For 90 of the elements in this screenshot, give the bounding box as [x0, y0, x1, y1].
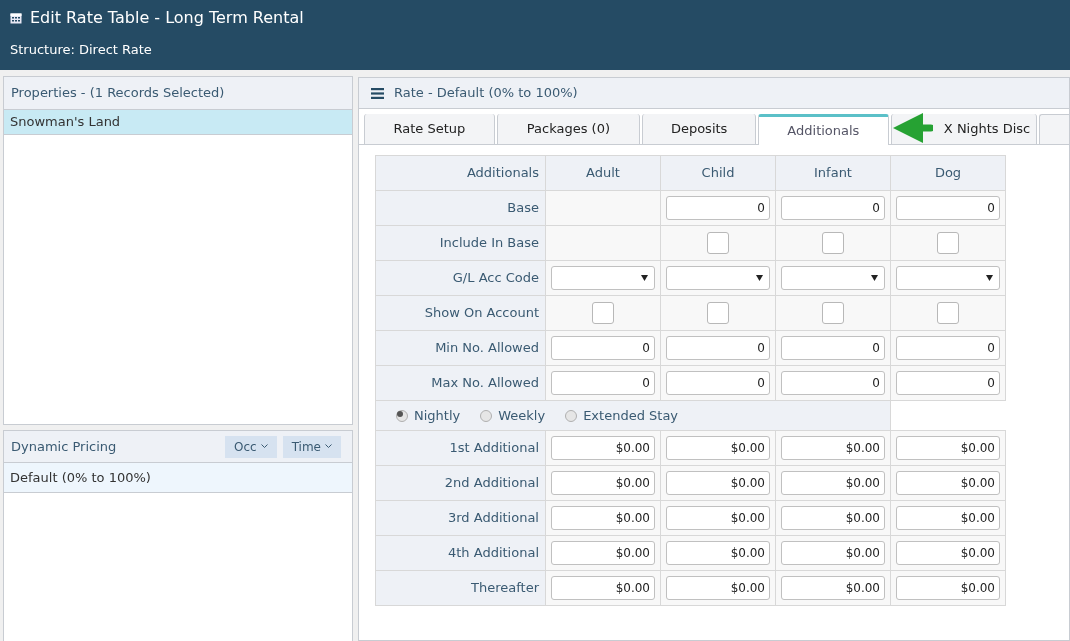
number-field[interactable]: $0.00 [781, 541, 885, 565]
row-label: 3rd Additional [375, 500, 546, 536]
dropdown[interactable] [551, 266, 655, 290]
number-field[interactable]: $0.00 [666, 576, 770, 600]
menu-icon[interactable] [371, 87, 384, 99]
dropdown-arrow-icon [986, 275, 993, 281]
column-header: Additionals [375, 155, 546, 191]
dropdown[interactable] [896, 266, 1000, 290]
radio-button[interactable] [565, 409, 578, 422]
number-field[interactable]: 0 [781, 196, 885, 220]
row-label: Show On Account [375, 295, 546, 331]
page-title: Edit Rate Table - Long Term Rental [30, 7, 304, 29]
number-field[interactable]: $0.00 [666, 471, 770, 495]
row-label: Include In Base [375, 225, 546, 261]
number-field[interactable]: $0.00 [666, 506, 770, 530]
number-field[interactable]: $0.00 [666, 436, 770, 460]
row-label: 2nd Additional [375, 465, 546, 501]
tab-stub[interactable] [1039, 114, 1069, 144]
number-field[interactable]: 0 [781, 336, 885, 360]
column-header: Dog [890, 155, 1006, 191]
panel-title: Properties - (1 Records Selected) [4, 77, 352, 110]
number-field[interactable]: $0.00 [551, 541, 655, 565]
radio-label: Extended Stay [583, 406, 679, 425]
number-field[interactable]: $0.00 [896, 576, 1000, 600]
number-field[interactable]: $0.00 [551, 576, 655, 600]
number-field[interactable]: $0.00 [781, 471, 885, 495]
number-field[interactable]: $0.00 [551, 471, 655, 495]
radio-button[interactable] [396, 409, 408, 422]
radio-label: Weekly [498, 406, 546, 425]
number-field[interactable]: 0 [896, 336, 1000, 360]
column-header: Child [660, 155, 776, 191]
radio-option[interactable]: Weekly [480, 405, 546, 426]
tab[interactable]: Additionals [758, 114, 889, 145]
number-field[interactable]: 0 [666, 336, 770, 360]
tab[interactable]: Packages (0) [496, 114, 641, 144]
row-label: Base [375, 190, 546, 226]
checkbox[interactable] [822, 302, 844, 324]
property-item[interactable]: Snowman's Land [4, 110, 352, 135]
panel-title: Rate - Default (0% to 100%) [394, 84, 578, 103]
dropdown-arrow-icon [641, 275, 648, 281]
number-field[interactable]: $0.00 [781, 576, 885, 600]
filter-button[interactable]: Occ [225, 435, 277, 458]
row-label: Max No. Allowed [375, 365, 546, 401]
structure-label: Structure: Direct Rate [10, 41, 153, 59]
number-field[interactable]: 0 [551, 371, 655, 395]
chevron-icon [260, 444, 268, 449]
checkbox[interactable] [822, 232, 844, 254]
number-field[interactable]: 0 [781, 371, 885, 395]
number-field[interactable]: $0.00 [666, 541, 770, 565]
number-field[interactable]: $0.00 [896, 436, 1000, 460]
number-field[interactable]: $0.00 [551, 506, 655, 530]
dropdown[interactable] [666, 266, 770, 290]
dropdown-arrow-icon [756, 275, 763, 281]
row-label: 4th Additional [375, 535, 546, 571]
chevron-icon [325, 444, 332, 449]
checkbox[interactable] [592, 302, 614, 324]
number-field[interactable]: 0 [896, 371, 1000, 395]
radio-button[interactable] [480, 409, 493, 422]
panel-title: Dynamic Pricing [11, 437, 118, 456]
filter-button[interactable]: Time [282, 435, 341, 458]
checkbox[interactable] [707, 302, 729, 324]
checkbox[interactable] [707, 232, 729, 254]
number-field[interactable]: 0 [666, 371, 770, 395]
tab[interactable]: Deposits [642, 114, 757, 144]
column-header: Adult [545, 155, 661, 191]
tab[interactable]: Rate Setup [364, 114, 495, 144]
number-field[interactable]: $0.00 [781, 506, 885, 530]
number-field[interactable]: 0 [896, 196, 1000, 220]
radio-option[interactable]: Nightly [396, 405, 461, 426]
row-label: Thereafter [375, 570, 546, 606]
radio-option[interactable]: Extended Stay [565, 405, 679, 426]
number-field[interactable]: $0.00 [896, 506, 1000, 530]
checkbox[interactable] [937, 232, 959, 254]
checkbox[interactable] [937, 302, 959, 324]
dropdown[interactable] [781, 266, 885, 290]
number-field[interactable]: $0.00 [781, 436, 885, 460]
column-header: Infant [775, 155, 891, 191]
number-field[interactable]: $0.00 [896, 541, 1000, 565]
dropdown-arrow-icon [871, 275, 878, 281]
pricing-item[interactable]: Default (0% to 100%) [4, 463, 352, 493]
calendar-icon [10, 12, 22, 24]
number-field[interactable]: 0 [666, 196, 770, 220]
row-label: 1st Additional [375, 430, 546, 466]
row-label: G/L Acc Code [375, 260, 546, 296]
number-field[interactable]: 0 [551, 336, 655, 360]
number-field[interactable]: $0.00 [896, 471, 1000, 495]
arrow-icon [893, 113, 933, 143]
number-field[interactable]: $0.00 [551, 436, 655, 460]
radio-label: Nightly [414, 406, 461, 425]
row-label: Min No. Allowed [375, 330, 546, 366]
